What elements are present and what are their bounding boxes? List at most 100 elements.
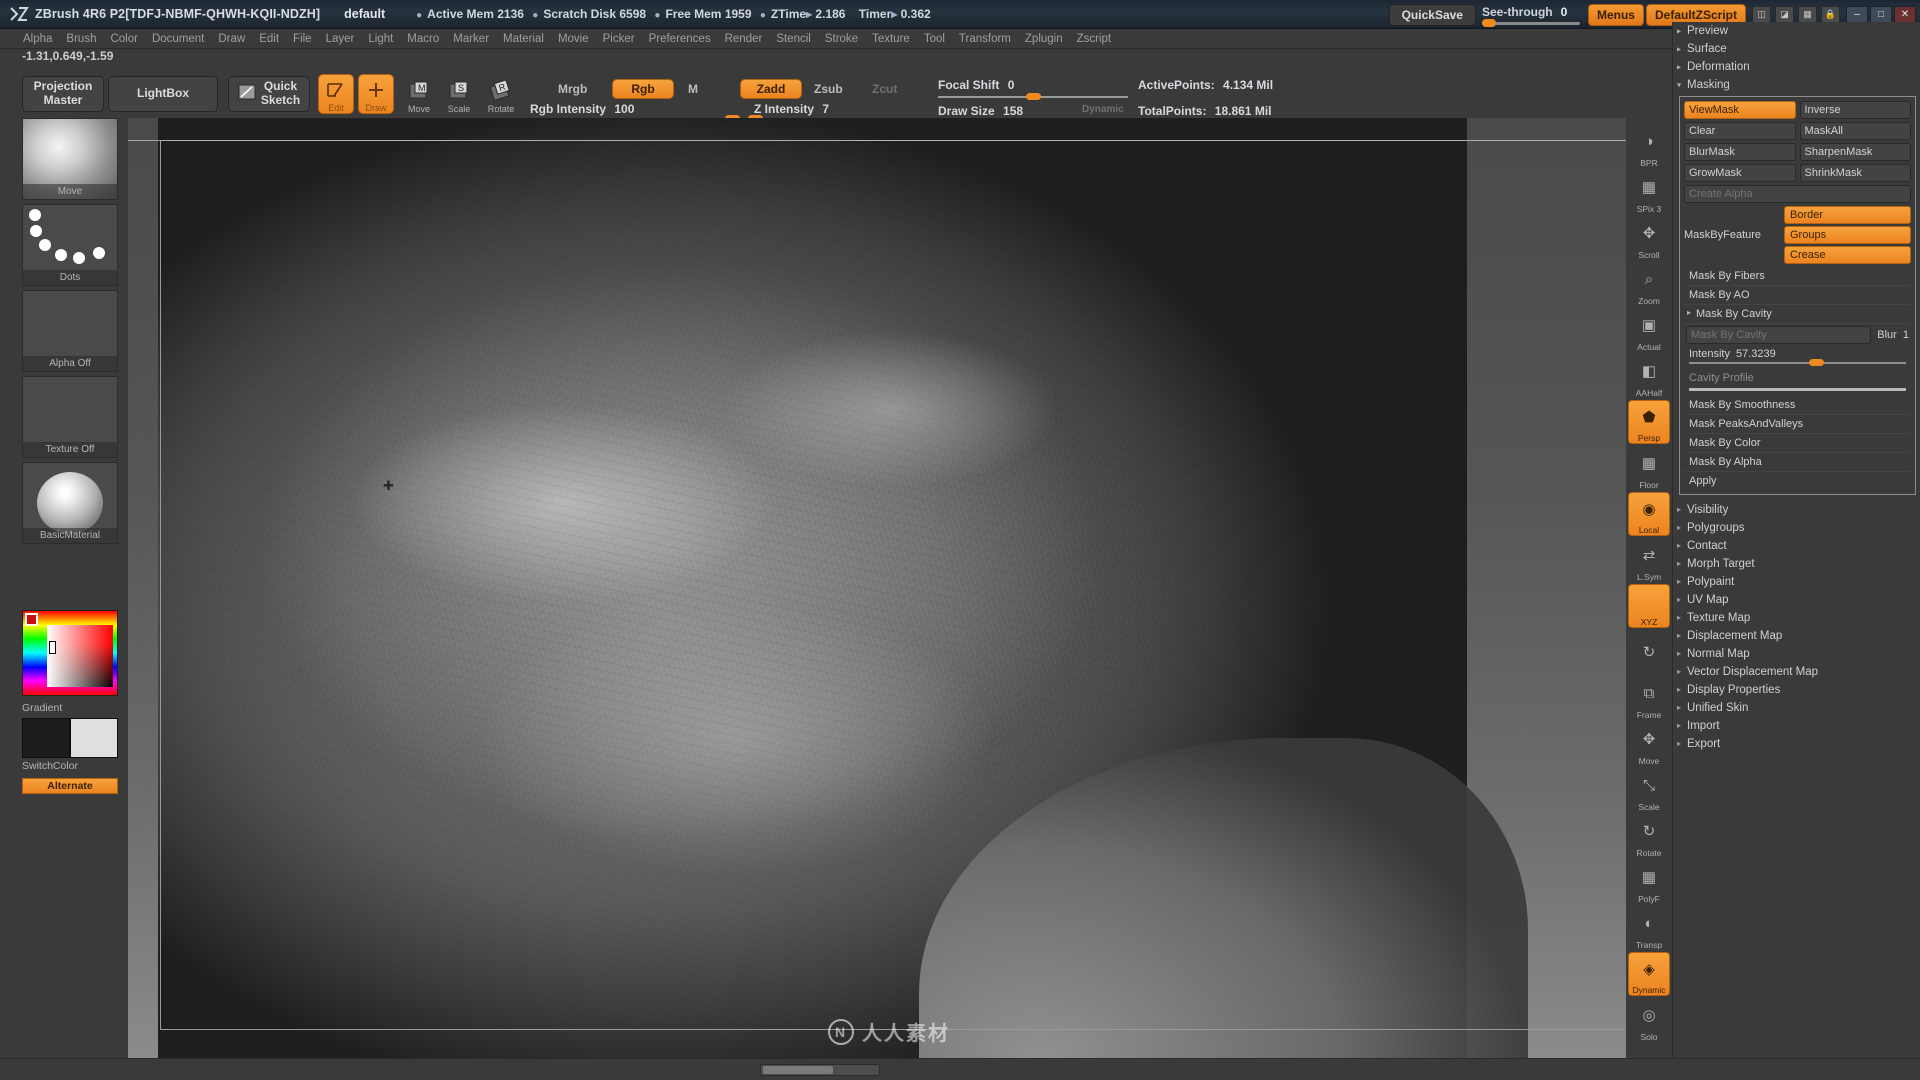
right-tool-spix-3[interactable]: ▦ SPix 3 (1628, 170, 1670, 214)
mask-all-button[interactable]: MaskAll (1799, 122, 1911, 140)
palette-section-unified-skin[interactable]: Unified Skin (1673, 699, 1920, 717)
right-tool-floor[interactable]: ▦ Floor (1628, 446, 1670, 490)
see-through-slider[interactable]: See-through 0 (1481, 5, 1580, 27)
maximize-button[interactable]: □ (1870, 5, 1892, 24)
zcut-button[interactable]: Zcut (872, 82, 897, 96)
menu-item-macro[interactable]: Macro (400, 33, 446, 45)
canvas-horizontal-scrollbar[interactable] (760, 1064, 880, 1076)
color-swatch-row[interactable] (22, 718, 118, 758)
grow-mask-button[interactable]: GrowMask (1684, 164, 1796, 182)
border-button[interactable]: Border (1784, 206, 1911, 224)
palette-section-display-properties[interactable]: Display Properties (1673, 681, 1920, 699)
lightbox-button[interactable]: LightBox (108, 76, 218, 112)
mask-by-color-row[interactable]: Mask By Color (1684, 434, 1911, 453)
menu-item-alpha[interactable]: Alpha (16, 33, 59, 45)
palette-section-polygroups[interactable]: Polygroups (1673, 519, 1920, 537)
mask-peaks-and-valleys-row[interactable]: Mask PeaksAndValleys (1684, 415, 1911, 434)
right-tool-transp[interactable]: ◐ Transp (1628, 906, 1670, 951)
texture-selector[interactable]: Texture Off (22, 376, 118, 458)
saturation-value-square[interactable] (47, 625, 113, 687)
menu-item-stroke[interactable]: Stroke (818, 33, 865, 45)
sculpt-canvas[interactable]: ✚ 人人素材 (128, 118, 1650, 1058)
menu-item-picker[interactable]: Picker (596, 33, 642, 45)
palette-section-contact[interactable]: Contact (1673, 537, 1920, 555)
right-tool-l-sym[interactable]: ⇄ L.Sym (1628, 538, 1670, 582)
menu-item-edit[interactable]: Edit (252, 33, 286, 45)
right-tool-persp[interactable]: ⬟ Persp (1628, 400, 1670, 444)
scale-mode-button[interactable]: S Scale (440, 74, 478, 114)
switch-color-label[interactable]: SwitchColor (22, 760, 78, 772)
menu-item-material[interactable]: Material (496, 33, 551, 45)
section-preview[interactable]: ▸ Preview (1673, 22, 1920, 40)
current-color-swatch[interactable] (25, 613, 38, 626)
right-tool-xyz[interactable]: XYZ (1628, 584, 1670, 628)
section-deformation[interactable]: ▸ Deformation (1673, 58, 1920, 76)
right-tool-solo[interactable]: ◎ Solo (1628, 998, 1670, 1042)
brush-selector[interactable]: Move (22, 118, 118, 200)
quicksave-button[interactable]: QuickSave (1388, 3, 1476, 26)
lock-icon[interactable]: 🔒 (1821, 6, 1840, 23)
menu-item-transform[interactable]: Transform (952, 33, 1018, 45)
right-tool-bpr[interactable]: ◑ BPR (1628, 124, 1670, 169)
menu-item-file[interactable]: File (286, 33, 319, 45)
edit-mode-button[interactable]: Edit (318, 74, 354, 114)
see-through-track[interactable] (1481, 19, 1580, 27)
palette-section-morph-target[interactable]: Morph Target (1673, 555, 1920, 573)
primary-color-swatch[interactable] (22, 718, 70, 758)
sharpen-mask-button[interactable]: SharpenMask (1799, 143, 1911, 161)
focal-shift-knob[interactable] (1026, 93, 1041, 100)
right-tool-move[interactable]: ✥ Move (1628, 722, 1670, 766)
mask-by-cavity-section[interactable]: Mask By Cavity (1684, 305, 1911, 324)
minimize-button[interactable]: – (1846, 5, 1868, 24)
view-mask-button[interactable]: ViewMask (1684, 101, 1796, 119)
panel-grid-icon[interactable]: ▦ (1798, 6, 1817, 23)
material-selector[interactable]: BasicMaterial (22, 462, 118, 544)
groups-button[interactable]: Groups (1784, 226, 1911, 244)
right-tool-dynamic[interactable]: ◈ Dynamic (1628, 952, 1670, 996)
palette-section-texture-map[interactable]: Texture Map (1673, 609, 1920, 627)
menus-toggle-button[interactable]: Menus (1587, 3, 1644, 26)
intensity-knob[interactable] (1809, 359, 1824, 366)
alpha-selector[interactable]: Alpha Off (22, 290, 118, 372)
right-tool-aahalf[interactable]: ◧ AAHalf (1628, 354, 1670, 398)
dynamic-toggle[interactable]: Dynamic (1082, 104, 1124, 115)
panel-split-icon[interactable]: ◪ (1775, 6, 1794, 23)
rgb-button[interactable]: Rgb (612, 79, 674, 99)
menu-item-render[interactable]: Render (718, 33, 770, 45)
menu-item-stencil[interactable]: Stencil (769, 33, 818, 45)
clear-mask-button[interactable]: Clear (1684, 122, 1796, 140)
panel-layout-icon[interactable]: ◫ (1752, 6, 1771, 23)
see-through-knob[interactable] (1481, 19, 1496, 27)
apply-mask-row[interactable]: Apply (1684, 472, 1911, 490)
close-button[interactable]: ✕ (1894, 5, 1916, 24)
palette-section-displacement-map[interactable]: Displacement Map (1673, 627, 1920, 645)
menu-item-movie[interactable]: Movie (551, 33, 596, 45)
draw-mode-button[interactable]: Draw (358, 74, 394, 114)
right-tool-local[interactable]: ◉ Local (1628, 492, 1670, 536)
focal-shift-track[interactable] (938, 93, 1128, 100)
mrgb-button[interactable]: Mrgb (558, 82, 587, 96)
palette-section-uv-map[interactable]: UV Map (1673, 591, 1920, 609)
right-tool-actual[interactable]: ▣ Actual (1628, 308, 1670, 352)
mask-by-ao-row[interactable]: Mask By AO (1684, 286, 1911, 305)
secondary-color-swatch[interactable] (70, 718, 118, 758)
stroke-selector[interactable]: Dots (22, 204, 118, 286)
intensity-track[interactable] (1689, 359, 1906, 366)
m-button[interactable]: M (688, 82, 698, 96)
menu-item-tool[interactable]: Tool (917, 33, 952, 45)
menu-item-brush[interactable]: Brush (59, 33, 103, 45)
zsub-button[interactable]: Zsub (814, 82, 843, 96)
mask-by-cavity-button[interactable]: Mask By Cavity (1686, 326, 1872, 344)
crease-button[interactable]: Crease (1784, 246, 1911, 264)
alternate-button[interactable]: Alternate (22, 778, 118, 794)
section-surface[interactable]: ▸ Surface (1673, 40, 1920, 58)
move-mode-button[interactable]: M Move (400, 74, 438, 114)
blur-mask-button[interactable]: BlurMask (1684, 143, 1796, 161)
section-masking[interactable]: ▾ Masking (1673, 76, 1920, 94)
right-tool-scale[interactable]: ⤡ Scale (1628, 768, 1670, 813)
palette-section-export[interactable]: Export (1673, 735, 1920, 753)
menu-item-marker[interactable]: Marker (446, 33, 496, 45)
projection-master-button[interactable]: Projection Master (22, 76, 104, 112)
right-tool-frame[interactable]: ⧉ Frame (1628, 676, 1670, 721)
create-alpha-button[interactable]: Create Alpha (1684, 185, 1911, 203)
